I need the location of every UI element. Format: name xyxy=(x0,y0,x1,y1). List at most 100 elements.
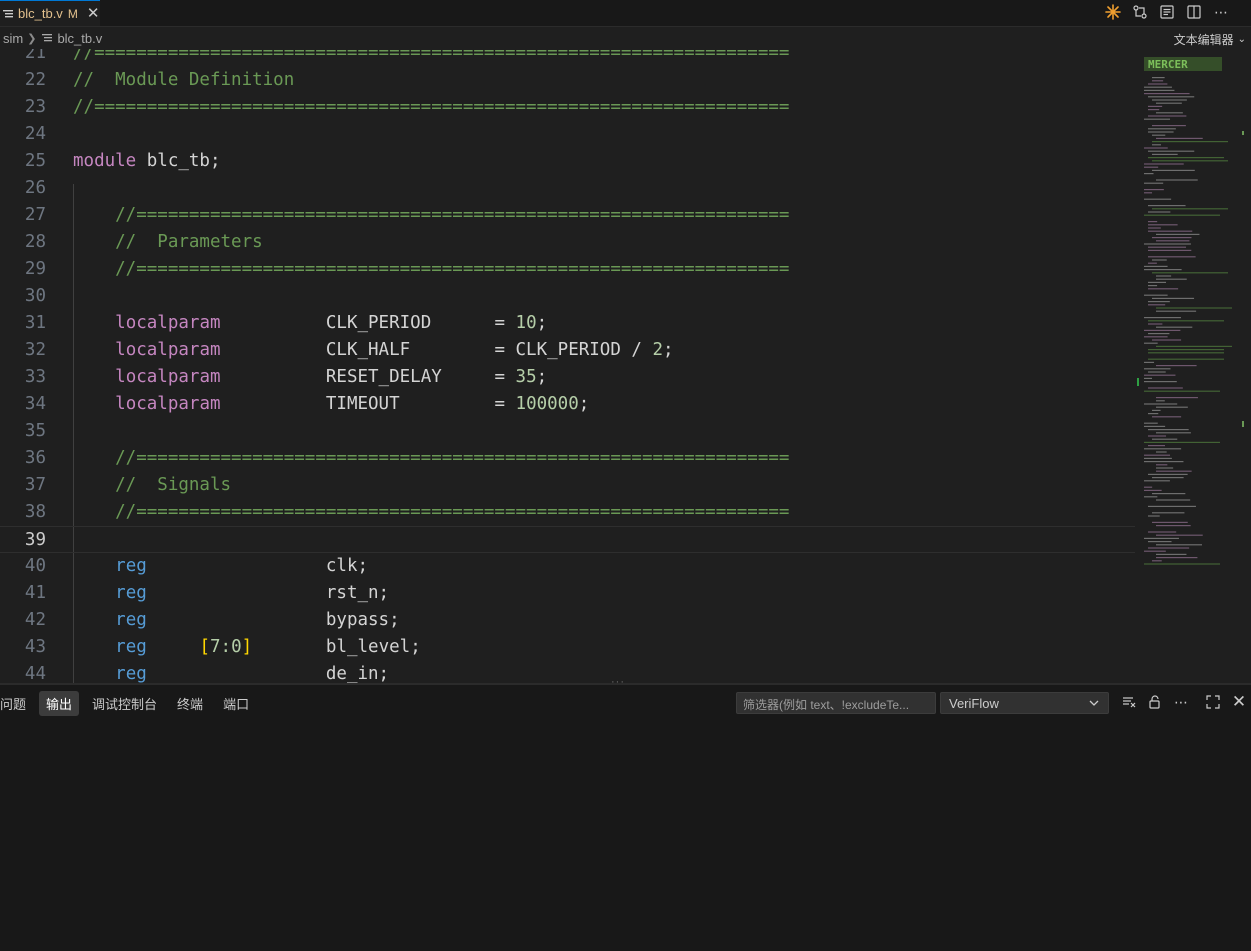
editor-scrollbar[interactable] xyxy=(1240,49,1251,683)
line-number: 42 xyxy=(24,610,46,630)
svg-text:MERCER: MERCER xyxy=(1148,58,1188,71)
code-token: localparam xyxy=(115,367,221,387)
clear-output-icon[interactable] xyxy=(1121,694,1137,710)
code-line[interactable]: 24 xyxy=(0,121,1135,148)
code-token: // Parameters xyxy=(73,232,263,252)
tab-output[interactable]: 输出 xyxy=(39,690,80,716)
code-line[interactable]: 23 //====================================… xyxy=(0,94,1135,121)
code-text: localparam CLK_PERIOD = 10; xyxy=(73,310,547,337)
code-line[interactable]: 36 //===================================… xyxy=(0,445,1135,472)
code-text: reg [7:0] bl_level; xyxy=(73,634,421,661)
code-line[interactable]: 43 reg [7:0] bl_level; xyxy=(0,634,1135,661)
bottom-panel: 问题 输出 调试控制台 终端 端口 筛选器(例如 text、!excludeTe… xyxy=(0,685,1251,951)
code-token: ; xyxy=(536,313,548,333)
code-line[interactable]: 28 // Parameters xyxy=(0,229,1135,256)
line-number: 32 xyxy=(24,340,46,360)
line-number: 35 xyxy=(24,421,46,441)
breadcrumb-file[interactable]: blc_tb.v xyxy=(57,31,102,46)
tab-filename: blc_tb.v xyxy=(18,6,63,21)
line-number: 43 xyxy=(24,637,46,657)
code-line[interactable]: 22 // Module Definition xyxy=(0,67,1135,94)
code-token: //======================================… xyxy=(73,502,790,522)
code-line[interactable]: 38 //===================================… xyxy=(0,499,1135,526)
code-editor[interactable]: 21 //====================================… xyxy=(0,49,1251,683)
code-token: //======================================… xyxy=(73,49,790,63)
sparkle-icon[interactable] xyxy=(1105,3,1121,21)
code-line[interactable]: 35 xyxy=(0,418,1135,445)
code-token: bypass; xyxy=(146,610,400,630)
more-icon[interactable]: ⋯ xyxy=(1213,3,1229,21)
breadcrumb-folder[interactable]: sim xyxy=(3,31,23,46)
more-icon[interactable]: ⋯ xyxy=(1173,694,1189,710)
editor-tab-blc-tb[interactable]: blc_tb.v M ✕ xyxy=(0,0,100,26)
code-text: //======================================… xyxy=(73,49,789,67)
code-text: localparam RESET_DELAY = 35; xyxy=(73,364,547,391)
language-mode[interactable]: 文本编辑器 ⌄ xyxy=(1174,31,1246,48)
code-text: reg de_in; xyxy=(73,661,389,683)
code-line[interactable]: 21 //====================================… xyxy=(0,49,1135,67)
minimap[interactable]: MERCER xyxy=(1140,49,1240,569)
tab-problems[interactable]: 问题 xyxy=(0,691,33,716)
code-line[interactable]: 39 xyxy=(0,526,1135,553)
code-line[interactable]: 26 xyxy=(0,175,1135,202)
code-token: // Signals xyxy=(73,475,232,495)
file-text-icon xyxy=(3,9,13,17)
code-text: //======================================… xyxy=(73,445,789,472)
code-token: localparam xyxy=(115,313,221,333)
close-icon[interactable]: ✕ xyxy=(87,6,100,21)
code-line[interactable]: 31 localparam CLK_PERIOD = 10; xyxy=(0,310,1135,337)
line-number: 24 xyxy=(24,124,46,144)
code-token: reg xyxy=(115,664,147,683)
open-preview-icon[interactable] xyxy=(1159,3,1175,21)
code-token: //======================================… xyxy=(73,97,790,117)
line-number: 31 xyxy=(24,313,46,333)
tab-terminal[interactable]: 终端 xyxy=(170,691,210,716)
code-token: reg xyxy=(115,637,147,657)
code-line[interactable]: 44 reg de_in; xyxy=(0,661,1135,683)
code-token: 10 xyxy=(515,313,537,333)
split-editor-icon[interactable] xyxy=(1186,3,1202,21)
code-token: ; xyxy=(663,340,674,360)
compare-changes-icon[interactable] xyxy=(1132,3,1148,21)
code-line[interactable]: 29 //===================================… xyxy=(0,256,1135,283)
output-channel-select[interactable]: VeriFlow xyxy=(940,692,1109,714)
code-token: ; xyxy=(578,394,590,414)
line-number: 26 xyxy=(24,178,46,198)
tab-debug-console[interactable]: 调试控制台 xyxy=(85,691,164,716)
code-token: 7:0 xyxy=(210,637,242,657)
code-token: RESET_DELAY = xyxy=(220,367,516,387)
code-line[interactable]: 27 //===================================… xyxy=(0,202,1135,229)
code-line[interactable]: 25 module blc_tb; xyxy=(0,148,1135,175)
tab-ports[interactable]: 端口 xyxy=(216,691,256,716)
code-line[interactable]: 33 localparam RESET_DELAY = 35; xyxy=(0,364,1135,391)
maximize-icon[interactable] xyxy=(1205,694,1221,710)
line-number: 23 xyxy=(24,97,46,117)
line-number: 40 xyxy=(24,556,46,576)
code-text: //======================================… xyxy=(73,94,789,121)
close-icon[interactable]: ✕ xyxy=(1231,692,1247,711)
code-line[interactable]: 41 reg rst_n; xyxy=(0,580,1135,607)
code-token: 2 xyxy=(652,340,664,360)
lock-scroll-icon[interactable] xyxy=(1147,694,1163,710)
line-number: 38 xyxy=(24,502,46,522)
code-text: localparam TIMEOUT = 100000; xyxy=(73,391,589,418)
line-number: 44 xyxy=(24,664,46,683)
breadcrumb: sim ❯ blc_tb.v xyxy=(0,27,1251,49)
code-line[interactable]: 30 xyxy=(0,283,1135,310)
output-filter-input[interactable]: 筛选器(例如 text、!excludeTe... xyxy=(736,692,936,714)
line-number: 27 xyxy=(24,205,46,225)
code-line[interactable]: 32 localparam CLK_HALF = CLK_PERIOD / 2; xyxy=(0,337,1135,364)
code-line[interactable]: 37 // Signals xyxy=(0,472,1135,499)
code-line[interactable]: 34 localparam TIMEOUT = 100000; xyxy=(0,391,1135,418)
code-token: reg xyxy=(115,556,147,576)
language-mode-label: 文本编辑器 xyxy=(1173,33,1234,47)
code-line[interactable]: 42 reg bypass; xyxy=(0,607,1135,634)
code-token: bl_level; xyxy=(252,637,421,657)
code-text: //======================================… xyxy=(73,202,789,229)
code-line[interactable]: 40 reg clk; xyxy=(0,553,1135,580)
code-token: //======================================… xyxy=(73,259,790,279)
